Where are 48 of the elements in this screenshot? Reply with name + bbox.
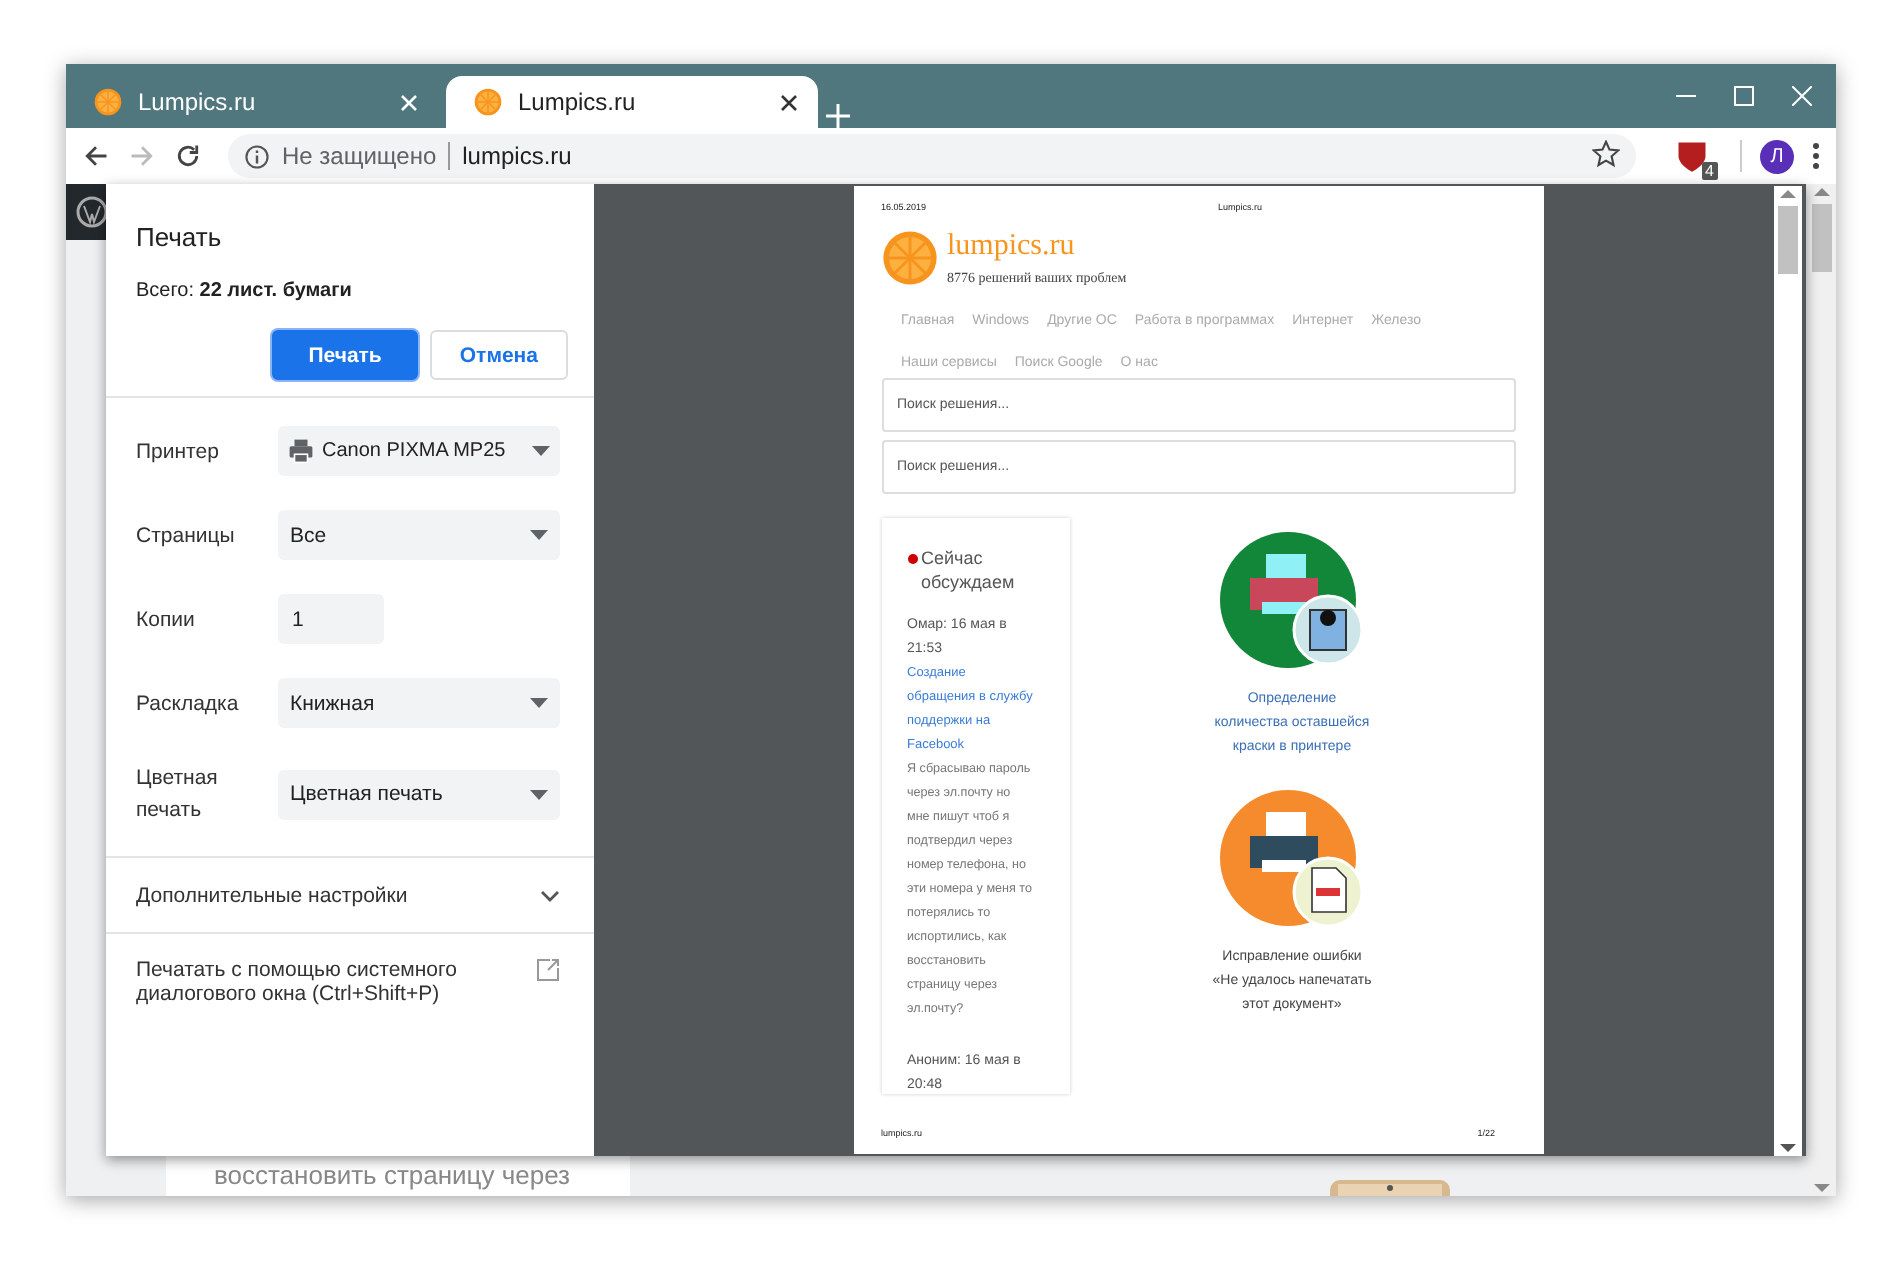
scroll-down-icon[interactable] (1778, 1140, 1798, 1156)
caret-icon (530, 530, 548, 540)
menu-icon[interactable] (1812, 142, 1820, 170)
printer-dropdown[interactable]: Canon PIXMA MP25 (278, 426, 560, 476)
browser-tab[interactable]: Lumpics.ru (446, 76, 818, 128)
close-icon[interactable] (780, 93, 798, 111)
status-dot (907, 554, 917, 564)
back-icon[interactable] (82, 142, 110, 170)
cancel-button[interactable]: Отмена (429, 330, 568, 380)
dialog-title: Печать (134, 220, 224, 252)
caret-icon (530, 698, 548, 708)
sheet-count: Всего: 22 лист. бумаги (134, 278, 354, 302)
setting-label: Принтер (136, 437, 221, 467)
scrollbar-thumb[interactable] (1811, 204, 1831, 272)
reload-icon[interactable] (174, 142, 202, 170)
sidebar-heading: Сейчас обсуждаем (921, 546, 1017, 594)
caret-icon (530, 789, 548, 799)
copies-field[interactable]: 1 (278, 594, 384, 644)
caret-icon (532, 446, 550, 456)
star-icon[interactable] (1592, 139, 1620, 167)
page-text: восстановить страницу через (212, 1160, 570, 1194)
dropdown[interactable]: Все (278, 510, 560, 560)
dropdown[interactable]: Цветная печать (278, 769, 560, 819)
extension-badge: 4 (1701, 162, 1718, 180)
favicon-icon (94, 88, 122, 116)
browser-tab[interactable]: Lumpics.ru (66, 76, 438, 128)
setting-label: Раскладка (136, 689, 241, 719)
info-icon[interactable] (244, 143, 270, 169)
printer-icon (288, 438, 314, 464)
citrus-logo-icon (881, 230, 937, 286)
dropdown[interactable]: Книжная (278, 678, 560, 728)
new-tab-icon[interactable] (826, 104, 850, 128)
scroll-down-icon[interactable] (1811, 1180, 1831, 1196)
scrollbar-thumb[interactable] (1778, 206, 1798, 274)
setting-label: Страницы (136, 521, 237, 551)
external-link-icon[interactable] (536, 958, 560, 982)
url-text: lumpics.ru (462, 142, 572, 170)
setting-label: Цветная печать (136, 764, 220, 826)
system-dialog-link[interactable]: Печатать с помощью системного диалогового окна (Ctrl+Shift+P) (136, 958, 520, 1006)
print-button[interactable]: Печать (272, 330, 418, 380)
chevron-icon (540, 888, 560, 904)
favicon-icon (474, 88, 502, 116)
site-title: lumpics.ru (947, 230, 1077, 264)
profile-avatar[interactable]: Л (1760, 139, 1794, 173)
security-label: Не защищено (282, 142, 437, 170)
setting-label: Копии (136, 605, 197, 635)
maximize-icon[interactable] (1734, 86, 1754, 106)
address-bar[interactable]: Не защищено lumpics.ru (228, 134, 1636, 178)
